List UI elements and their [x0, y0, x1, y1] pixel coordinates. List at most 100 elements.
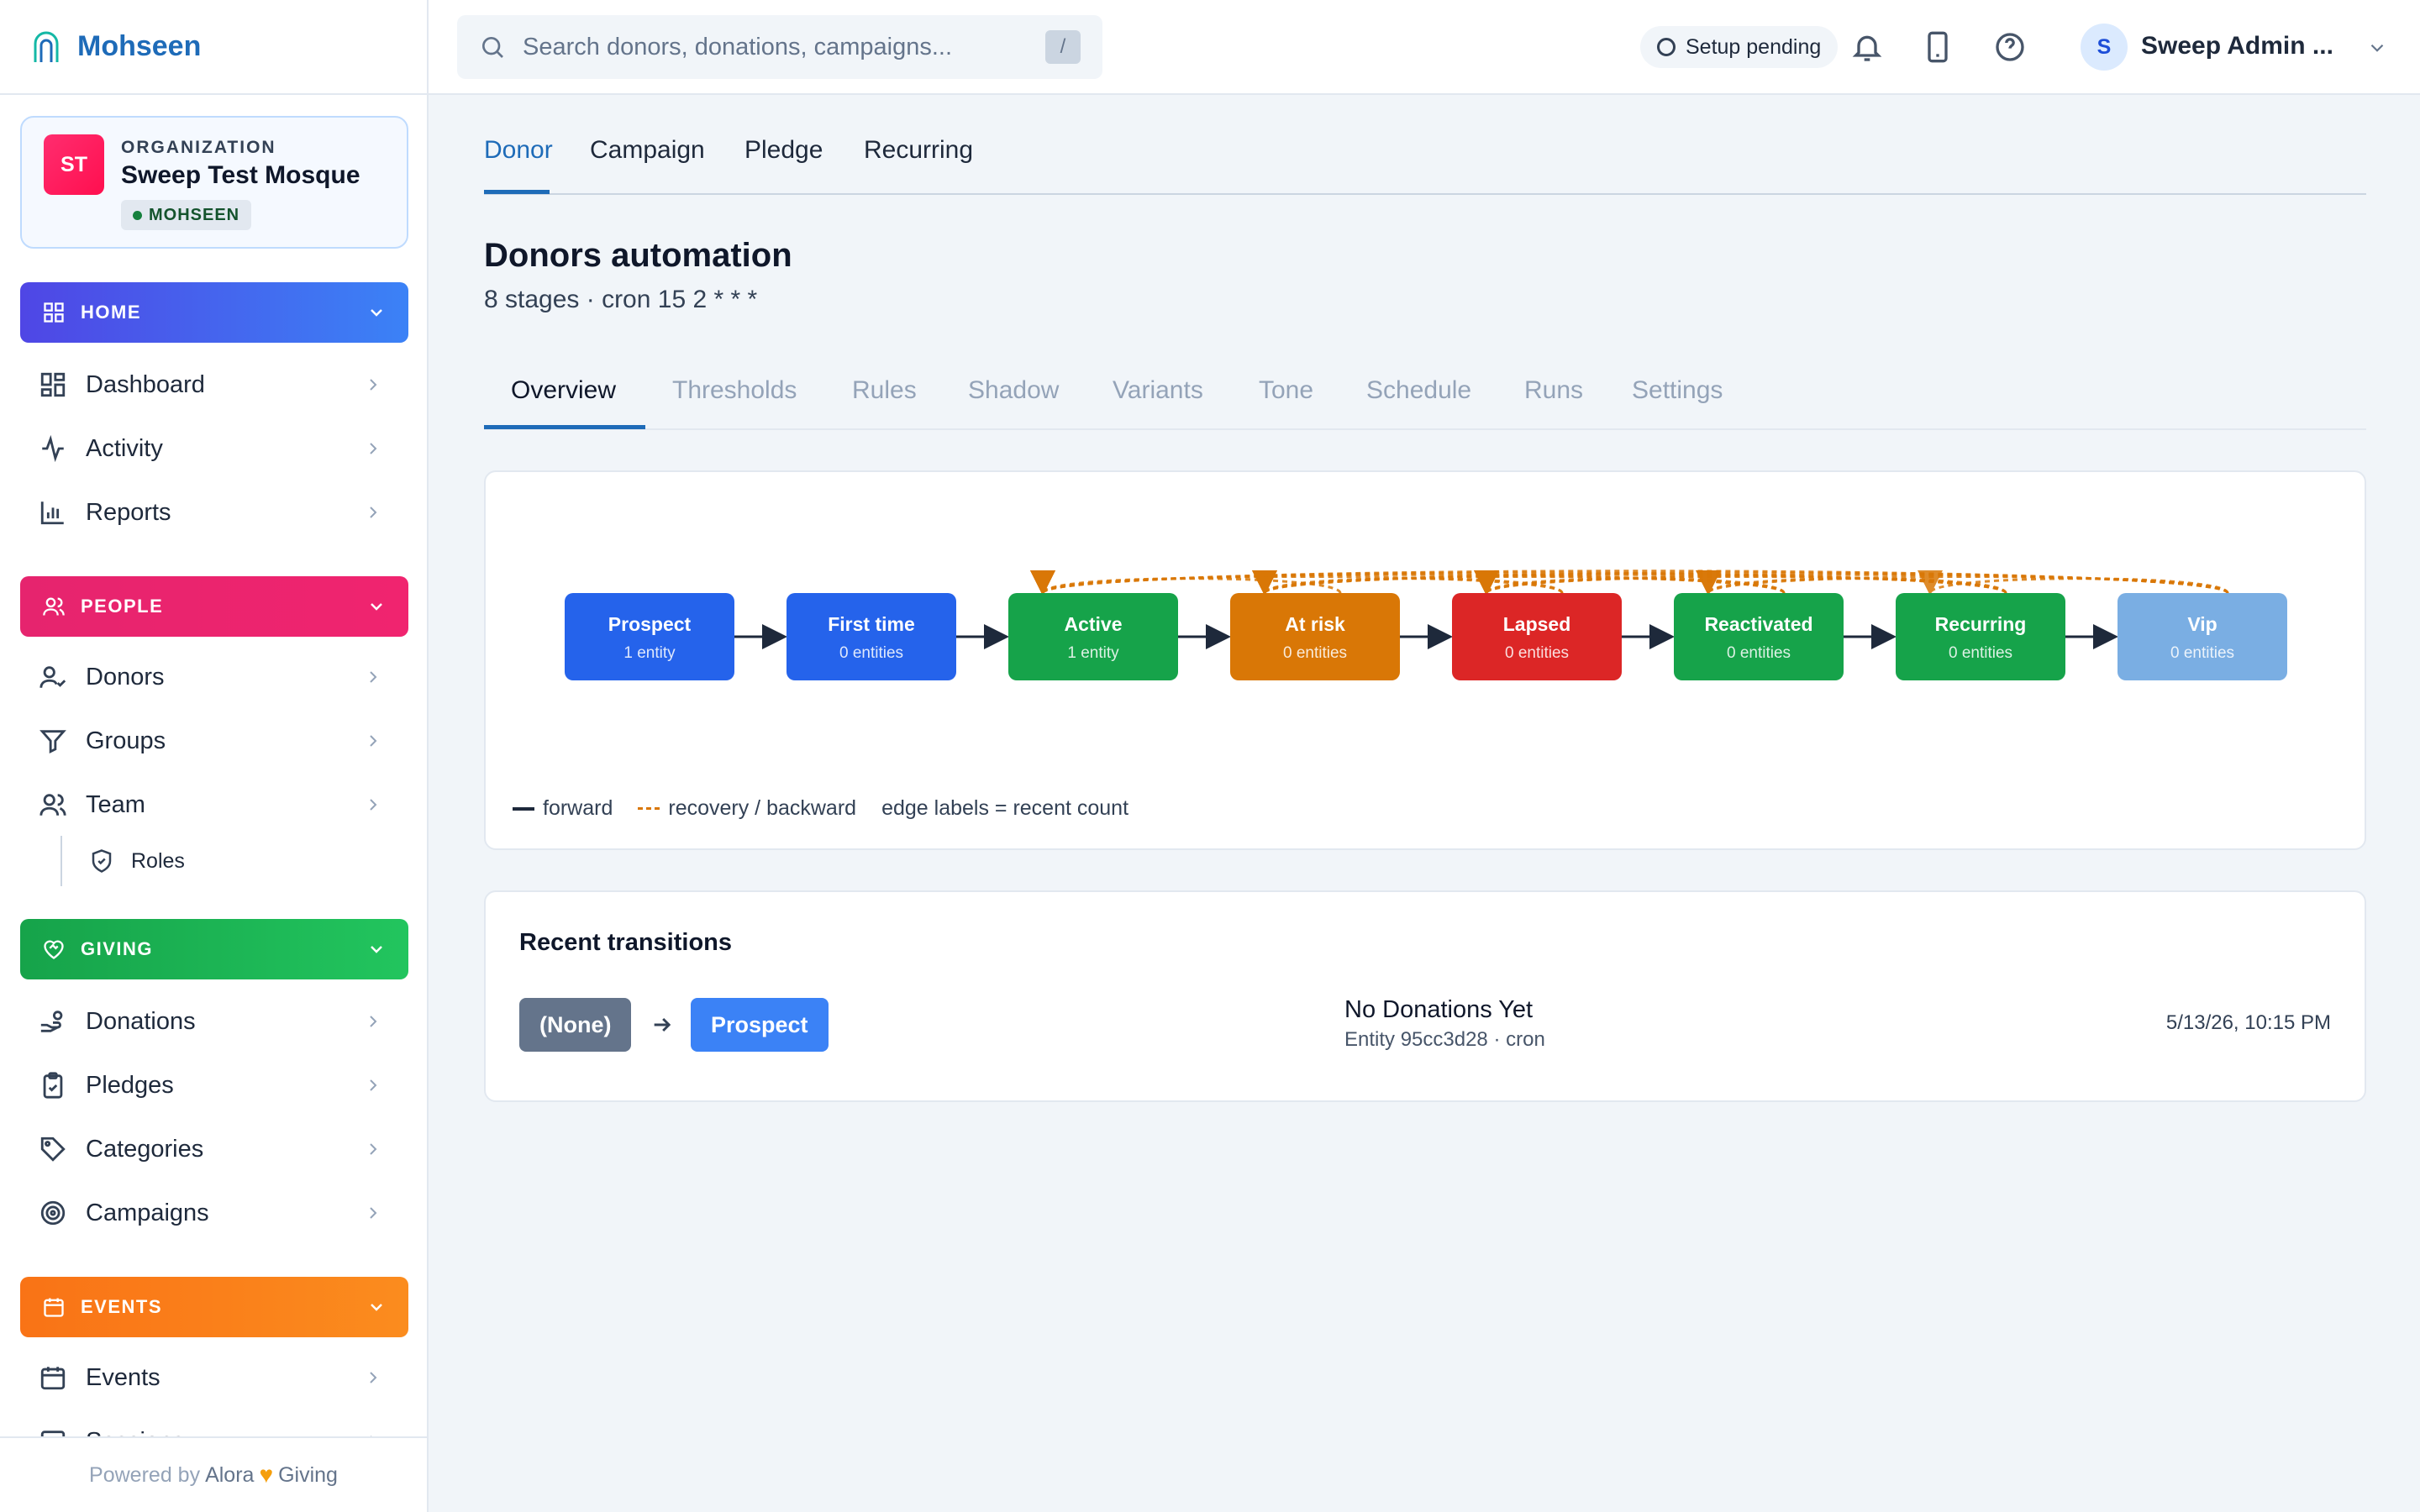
stage-node-at-risk[interactable]: At risk 0 entities: [1230, 593, 1400, 680]
stage-node-lapsed[interactable]: Lapsed 0 entities: [1452, 593, 1622, 680]
sidebar-item-label: Groups: [86, 727, 166, 754]
brand-name: Mohseen: [77, 30, 202, 62]
org-avatar: ST: [44, 134, 104, 195]
user-name[interactable]: Sweep Admin ...: [2141, 32, 2333, 60]
sidebar-item-label: Reports: [86, 498, 171, 526]
stage-name: At risk: [1285, 613, 1345, 635]
setup-status-badge[interactable]: Setup pending: [1640, 26, 1839, 68]
stage-count: 0 entities: [839, 644, 903, 662]
sidebar-footer: Powered by Alora ♥ Giving: [0, 1436, 427, 1512]
sidebar-item-label: Donors: [86, 663, 165, 690]
tab-overview[interactable]: Overview: [511, 376, 616, 405]
stage-name: Recurring: [1935, 613, 2027, 635]
user-check-icon: [39, 666, 66, 688]
section-home-label: HOME: [81, 302, 141, 323]
sidebar-item-activity[interactable]: Activity: [20, 419, 408, 478]
tab-donor[interactable]: Donor: [484, 136, 553, 165]
tab-thresholds[interactable]: Thresholds: [672, 376, 797, 405]
stage-flow-diagram: Prospect 1 entity First time 0 entities Acti…: [565, 570, 2287, 680]
bell-icon[interactable]: [1850, 30, 1884, 64]
stage-name: Lapsed: [1503, 613, 1571, 635]
tab-shadow[interactable]: Shadow: [968, 376, 1059, 405]
stage-node-reactivated[interactable]: Reactivated 0 entities: [1674, 593, 1844, 680]
chevron-right-icon: [370, 1372, 377, 1383]
entity-tabs: Donor Campaign Pledge Recurring: [484, 118, 2366, 195]
sidebar-item-label: Donations: [86, 1007, 196, 1035]
search-shortcut-key: /: [1045, 30, 1081, 64]
sidebar: Mohseen ST ORGANIZATION Sweep Test Mosqu…: [0, 0, 429, 1512]
tab-runs[interactable]: Runs: [1524, 376, 1583, 405]
hand-coins-icon: [40, 1011, 63, 1032]
avatar[interactable]: S: [2081, 24, 2128, 71]
sidebar-item-groups[interactable]: Groups: [20, 711, 408, 770]
sidebar-item-reports[interactable]: Reports: [20, 483, 408, 542]
search-input[interactable]: Search donors, donations, campaigns... /: [457, 15, 1102, 79]
filter-icon: [39, 730, 66, 754]
brand-header[interactable]: Mohseen: [0, 0, 427, 95]
target-icon: [40, 1200, 66, 1226]
sidebar-item-pledges[interactable]: Pledges: [20, 1056, 408, 1115]
sidebar-item-events[interactable]: Events: [20, 1348, 408, 1407]
sidebar-item-categories[interactable]: Categories: [20, 1120, 408, 1179]
smartphone-icon[interactable]: [1921, 30, 1954, 64]
stage-count: 0 entities: [1283, 644, 1347, 662]
mosque-arch-icon: [34, 31, 59, 62]
tab-recurring[interactable]: Recurring: [864, 136, 973, 165]
to-stage-badge: Prospect: [691, 998, 829, 1052]
footer-brand-a: Alora: [205, 1462, 255, 1487]
chevron-right-icon: [370, 379, 377, 391]
tab-rules[interactable]: Rules: [852, 376, 917, 405]
help-circle-icon[interactable]: [1993, 30, 2027, 64]
chevron-down-icon[interactable]: [2366, 37, 2388, 59]
stage-node-recurring[interactable]: Recurring 0 entities: [1896, 593, 2065, 680]
transition-reason: No Donations Yet: [1344, 996, 1534, 1023]
sidebar-item-dashboard[interactable]: Dashboard: [20, 355, 408, 414]
stage-name: Reactivated: [1704, 613, 1812, 635]
organization-card[interactable]: ST ORGANIZATION Sweep Test Mosque MOHSEE…: [20, 116, 408, 249]
shield-check-icon: [92, 849, 112, 873]
section-events-label: EVENTS: [81, 1296, 163, 1317]
chevron-down-icon: [371, 946, 382, 953]
tab-schedule[interactable]: Schedule: [1366, 376, 1471, 405]
tab-settings[interactable]: Settings: [1632, 376, 1723, 405]
tab-pledge[interactable]: Pledge: [744, 136, 823, 165]
section-giving[interactable]: GIVING: [20, 919, 408, 979]
chevron-right-icon: [370, 671, 377, 683]
tab-variants[interactable]: Variants: [1113, 376, 1203, 405]
activity-icon: [42, 434, 64, 463]
sidebar-item-team[interactable]: Team: [20, 775, 408, 834]
sidebar-item-campaigns[interactable]: Campaigns: [20, 1184, 408, 1242]
footer-brand-b: Giving: [278, 1462, 338, 1487]
section-home[interactable]: HOME: [20, 282, 408, 343]
calendar-icon: [44, 1298, 64, 1317]
section-title: Recent transitions: [519, 929, 732, 956]
page-subtitle: 8 stages · cron 15 2 * * *: [484, 286, 758, 313]
tab-tone[interactable]: Tone: [1259, 376, 1313, 405]
detail-tabs: Overview Thresholds Rules Shadow Variant…: [484, 361, 2366, 430]
stage-node-active[interactable]: Active 1 entity: [1008, 593, 1178, 680]
section-people[interactable]: PEOPLE: [20, 576, 408, 637]
chevron-down-icon: [371, 1304, 382, 1311]
stage-node-vip[interactable]: Vip 0 entities: [2118, 593, 2287, 680]
sidebar-item-label: Categories: [86, 1135, 204, 1163]
sidebar-subitem-roles[interactable]: Roles: [60, 836, 397, 886]
grid-icon: [44, 302, 64, 323]
chevron-right-icon: [370, 1143, 377, 1155]
section-events[interactable]: EVENTS: [20, 1277, 408, 1337]
sidebar-item-donations[interactable]: Donations: [20, 992, 408, 1051]
stage-count: 0 entities: [1505, 644, 1569, 662]
sidebar-item-donors[interactable]: Donors: [20, 648, 408, 706]
sidebar-item-label: Activity: [86, 434, 163, 462]
setup-status-label: Setup pending: [1686, 34, 1822, 59]
tag-icon: [40, 1137, 66, 1162]
legend-forward-label: forward: [543, 796, 613, 820]
sidebar-subitem-label: Roles: [131, 848, 185, 873]
chevron-right-icon: [370, 507, 377, 518]
heart-icon: ♥: [259, 1462, 274, 1488]
tab-campaign[interactable]: Campaign: [590, 136, 705, 165]
circle-icon: [1657, 38, 1676, 56]
transition-timestamp: 5/13/26, 10:15 PM: [2165, 1011, 2331, 1034]
heart-handshake-icon: [44, 940, 64, 959]
stage-node-first-time[interactable]: First time 0 entities: [786, 593, 956, 680]
stage-node-prospect[interactable]: Prospect 1 entity: [565, 593, 734, 680]
